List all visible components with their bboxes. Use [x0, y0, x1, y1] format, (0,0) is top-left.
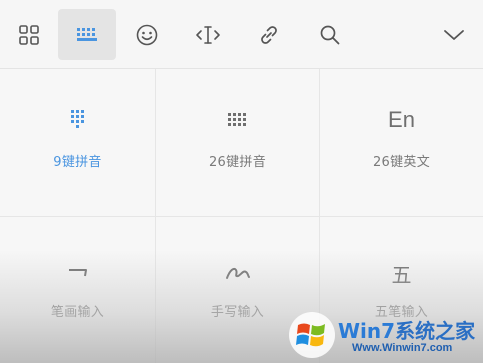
input-method-label: 9键拼音 [53, 155, 102, 170]
chevron-down-icon [444, 29, 464, 40]
collapse-keyboard-button[interactable] [425, 9, 483, 60]
full-keyboard-icon [227, 113, 246, 126]
stroke-icon [68, 269, 87, 277]
link-button[interactable] [240, 9, 298, 60]
search-icon [320, 25, 340, 44]
keyboard-toolbar [0, 0, 483, 69]
input-method-stroke[interactable]: 笔画输入 [0, 217, 155, 363]
cursor-edit-button[interactable] [179, 9, 237, 60]
wubi-icon: 五 [391, 262, 412, 287]
keyboard-switch-button[interactable] [58, 9, 116, 60]
search-button[interactable] [301, 9, 359, 60]
nine-key-keypad-icon [70, 110, 84, 128]
emoji-button[interactable] [118, 9, 176, 60]
english-en-icon: En [388, 107, 415, 132]
keyboard-icon [77, 27, 97, 41]
input-method-9key-pinyin[interactable]: 9键拼音 [0, 69, 155, 216]
grid-menu-button[interactable] [0, 9, 58, 60]
handwriting-icon [225, 267, 250, 279]
grid-icon [19, 24, 39, 45]
windows-logo-icon [289, 312, 335, 358]
input-method-26key-pinyin[interactable]: 26键拼音 [156, 69, 319, 216]
cursor-move-icon [196, 25, 220, 44]
input-method-label: 26键英文 [372, 155, 431, 170]
input-method-26key-english[interactable]: En 26键英文 [320, 69, 483, 216]
watermark: Win7系统之家 Www.Winwin7.com [288, 309, 478, 361]
input-method-label: 笔画输入 [50, 305, 105, 320]
watermark-title: Win7系统之家 [338, 319, 476, 343]
watermark-url: Www.Winwin7.com [352, 342, 453, 354]
input-method-label: 26键拼音 [208, 155, 267, 170]
link-icon [261, 25, 277, 44]
input-method-label: 手写输入 [210, 305, 265, 320]
emoji-icon [136, 24, 158, 45]
divider [0, 216, 483, 217]
